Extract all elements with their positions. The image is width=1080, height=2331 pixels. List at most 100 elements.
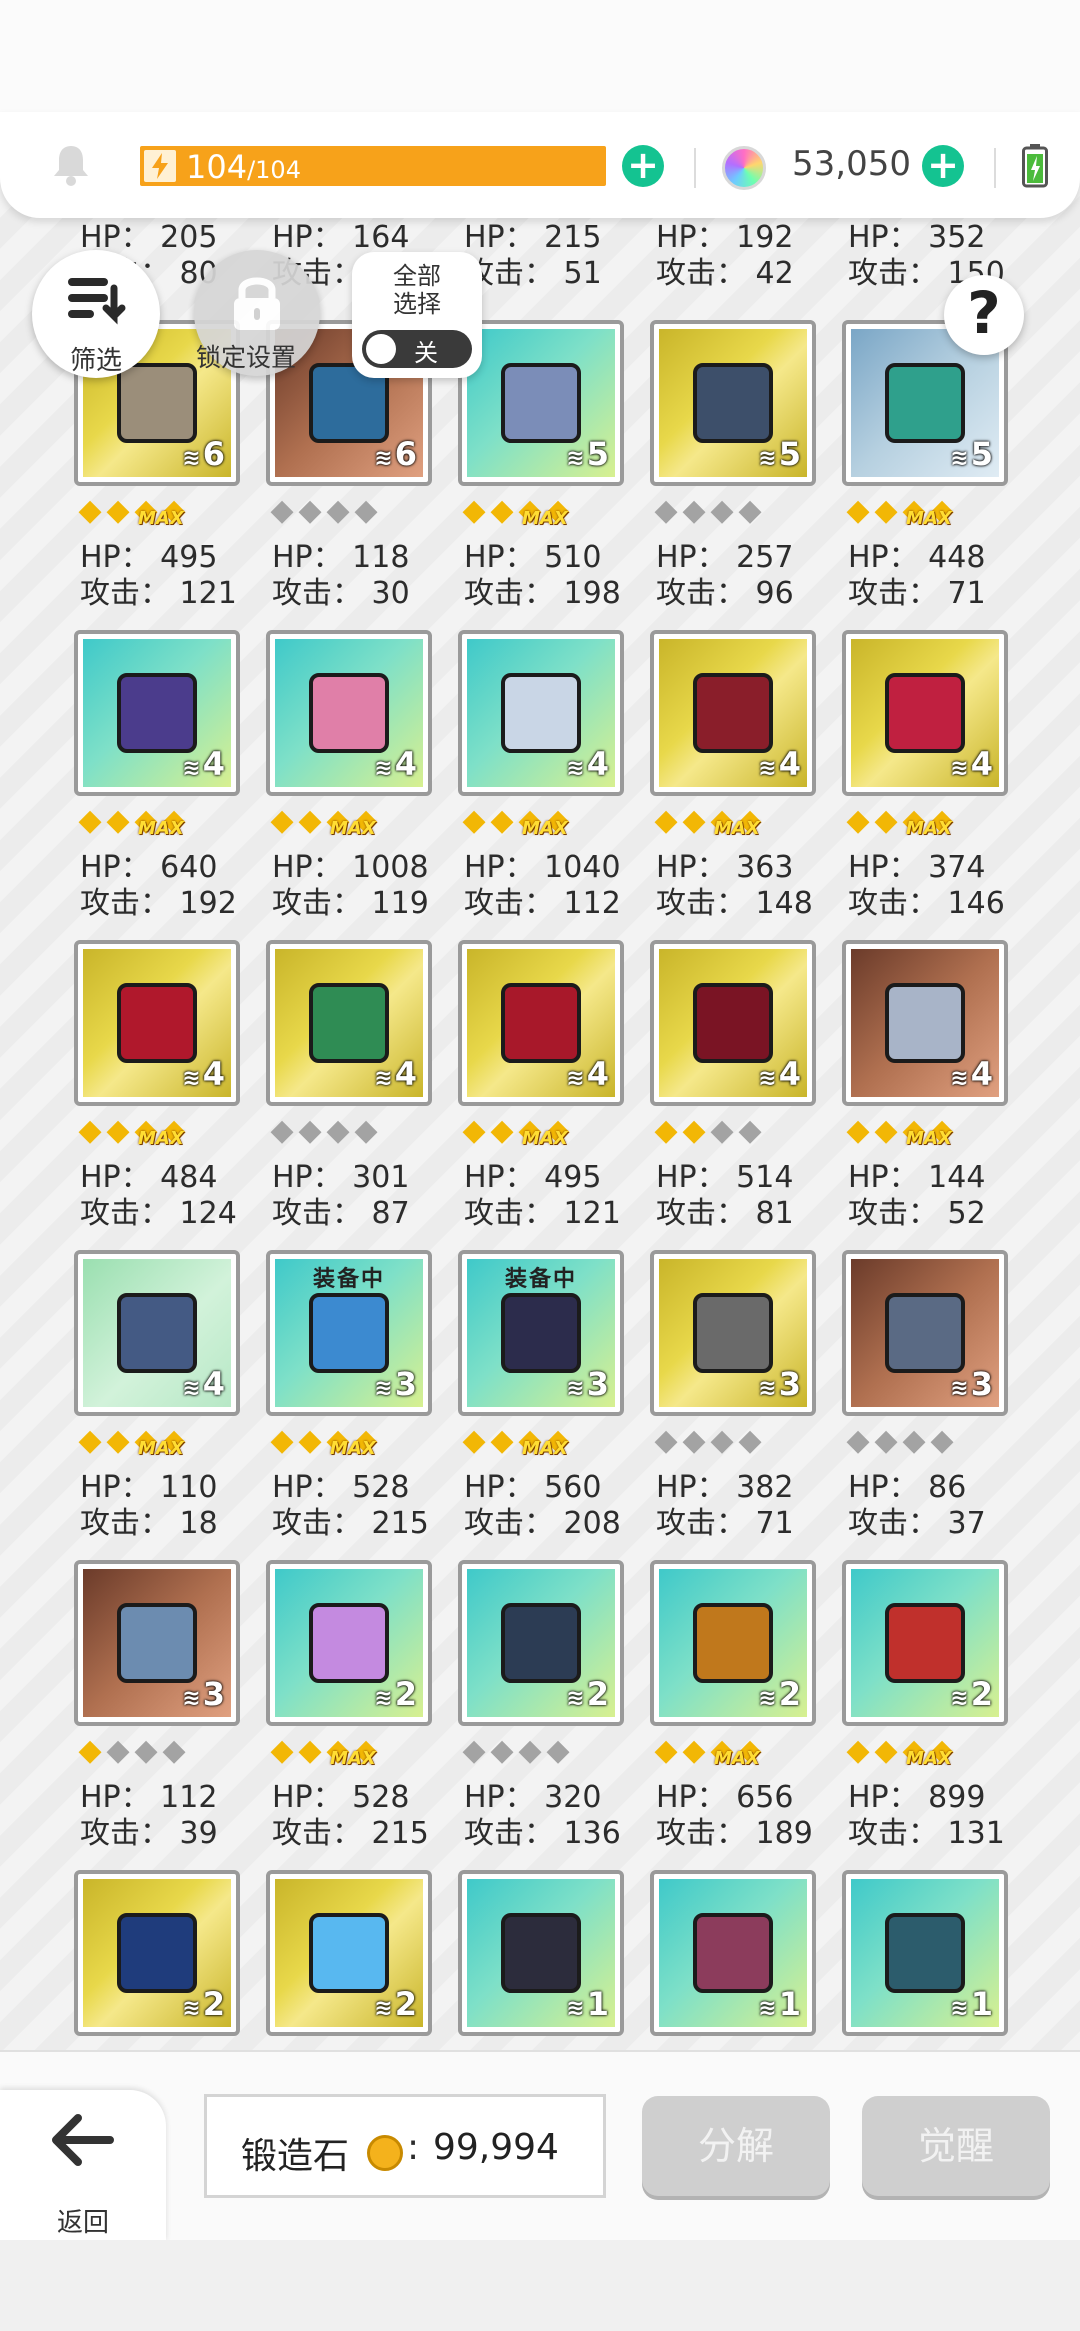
- item-slot[interactable]: ≋5 ◆ ◆ ◆ ◆ MAX HP： 510 攻击： 198: [458, 320, 634, 630]
- item-art: ≋4: [851, 639, 999, 787]
- item-slot[interactable]: ≋2 ◆ ◆ ◆ ◆ HP： 320 攻击： 136: [458, 1560, 634, 1870]
- item-slot[interactable]: 装备中 ≋3 ◆ ◆ ◆ ◆ MAX HP： 560 攻击： 208: [458, 1250, 634, 1560]
- item-card[interactable]: ≋4: [458, 630, 624, 796]
- item-slot[interactable]: ≋4 ◆ ◆ ◆ ◆ MAX HP： 144 攻击： 52: [842, 940, 1018, 1250]
- item-slot[interactable]: 装备中 ≋3 ◆ ◆ ◆ ◆ MAX HP： 528 攻击： 215: [266, 1250, 442, 1560]
- item-count: ≋1: [758, 1985, 801, 2023]
- axe-icon: [885, 1293, 965, 1373]
- stack-icon: ≋: [758, 1686, 777, 1711]
- star-filled-icon: ◆: [874, 803, 898, 838]
- diamond-icon: [309, 1913, 389, 1993]
- item-slot[interactable]: ≋4 ◆ ◆ ◆ ◆ MAX HP： 363 攻击： 148: [650, 630, 826, 940]
- item-slot[interactable]: ≋3 ◆ ◆ ◆ ◆ HP： 382 攻击： 71: [650, 1250, 826, 1560]
- item-card[interactable]: ≋4: [74, 940, 240, 1106]
- item-card[interactable]: ≋4: [74, 630, 240, 796]
- item-count-value: 6: [394, 435, 417, 473]
- max-badge: MAX: [138, 1128, 184, 1149]
- star-rating: ◆ ◆ ◆ ◆: [460, 1734, 572, 1768]
- item-slot[interactable]: ≋4 ◆ ◆ ◆ ◆ MAX HP： 110 攻击： 18: [74, 1250, 250, 1560]
- item-attack: 攻击： 136: [464, 1816, 621, 1851]
- item-card[interactable]: ≋4: [650, 940, 816, 1106]
- item-count-value: 4: [970, 745, 993, 783]
- item-slot[interactable]: ≋4 ◆ ◆ ◆ ◆ MAX HP： 640 攻击： 192: [74, 630, 250, 940]
- item-slot[interactable]: ≋3 ◆ ◆ ◆ ◆ HP： 112 攻击： 39: [74, 1560, 250, 1870]
- item-card[interactable]: ≋4: [266, 630, 432, 796]
- item-slot[interactable]: ≋2: [266, 1870, 442, 2048]
- item-card[interactable]: ≋2: [266, 1870, 432, 2036]
- item-card[interactable]: ≋2: [74, 1870, 240, 2036]
- energy-current: 104: [186, 148, 248, 186]
- max-badge: MAX: [522, 1438, 568, 1459]
- item-slot[interactable]: ≋1: [842, 1870, 1018, 2048]
- item-card[interactable]: ≋4: [266, 940, 432, 1106]
- item-count-value: 4: [202, 745, 225, 783]
- select-all-toggle[interactable]: 关: [362, 330, 472, 368]
- item-attack: 攻击： 42: [656, 256, 794, 291]
- item-count: ≋4: [950, 1055, 993, 1093]
- item-card[interactable]: ≋5: [458, 320, 624, 486]
- item-count-value: 4: [586, 1055, 609, 1093]
- item-card[interactable]: ≋1: [842, 1870, 1008, 2036]
- resource-bar: 104/104 + 53,050 +: [0, 112, 1080, 218]
- item-card[interactable]: ≋3: [74, 1560, 240, 1726]
- item-slot[interactable]: ≋4 ◆ ◆ ◆ ◆ MAX HP： 495 攻击： 121: [458, 940, 634, 1250]
- item-slot[interactable]: ≋2: [74, 1870, 250, 2048]
- item-card[interactable]: ≋4: [842, 940, 1008, 1106]
- item-art: ≋5: [659, 329, 807, 477]
- bell-icon[interactable]: [48, 142, 94, 188]
- item-slot[interactable]: ≋2 ◆ ◆ ◆ ◆ MAX HP： 656 攻击： 189: [650, 1560, 826, 1870]
- max-badge: MAX: [138, 818, 184, 839]
- item-card[interactable]: ≋4: [74, 1250, 240, 1416]
- star-empty-icon: ◆: [134, 1733, 158, 1768]
- item-card[interactable]: 装备中 ≋3: [266, 1250, 432, 1416]
- item-attack: 攻击： 30: [272, 576, 410, 611]
- item-slot[interactable]: ≋4 ◆ ◆ ◆ ◆ HP： 301 攻击： 87: [266, 940, 442, 1250]
- add-energy-button[interactable]: +: [622, 145, 664, 187]
- item-count-value: 4: [778, 745, 801, 783]
- add-gems-button[interactable]: +: [922, 145, 964, 187]
- item-card[interactable]: ≋5: [650, 320, 816, 486]
- stack-icon: ≋: [758, 756, 777, 781]
- item-count-value: 4: [778, 1055, 801, 1093]
- item-slot[interactable]: ≋2 ◆ ◆ ◆ ◆ MAX HP： 899 攻击： 131: [842, 1560, 1018, 1870]
- awaken-button[interactable]: 觉醒: [862, 2096, 1050, 2196]
- item-slot[interactable]: ≋2 ◆ ◆ ◆ ◆ MAX HP： 528 攻击： 215: [266, 1560, 442, 1870]
- item-card[interactable]: ≋1: [458, 1870, 624, 2036]
- item-grid: HP： 205 攻击： 80 HP： 164 攻击： 55 HP： 215 攻击： 51 H…: [0, 218, 1080, 2048]
- item-card[interactable]: ≋2: [842, 1560, 1008, 1726]
- max-badge: MAX: [906, 508, 952, 529]
- item-card[interactable]: ≋4: [458, 940, 624, 1106]
- item-card[interactable]: ≋4: [650, 630, 816, 796]
- stack-icon: ≋: [950, 1376, 969, 1401]
- filter-sort-icon: [68, 278, 126, 325]
- item-card[interactable]: ≋3: [842, 1250, 1008, 1416]
- item-card[interactable]: ≋2: [266, 1560, 432, 1726]
- item-art: ≋2: [467, 1569, 615, 1717]
- filter-button[interactable]: 筛选: [32, 250, 160, 378]
- item-count-value: 2: [394, 1985, 417, 2023]
- star-rating: ◆ ◆ ◆ ◆ MAX: [76, 804, 188, 840]
- item-slot[interactable]: ≋4 ◆ ◆ ◆ ◆ HP： 514 攻击： 81: [650, 940, 826, 1250]
- item-slot[interactable]: ≋4 ◆ ◆ ◆ ◆ MAX HP： 374 攻击： 146: [842, 630, 1018, 940]
- item-card[interactable]: 装备中 ≋3: [458, 1250, 624, 1416]
- item-attack: 攻击： 215: [272, 1506, 429, 1541]
- item-slot[interactable]: ≋4 ◆ ◆ ◆ ◆ MAX HP： 1008 攻击： 119: [266, 630, 442, 940]
- item-card[interactable]: ≋2: [650, 1560, 816, 1726]
- item-slot[interactable]: ≋4 ◆ ◆ ◆ ◆ MAX HP： 1040 攻击： 112: [458, 630, 634, 940]
- item-card[interactable]: ≋3: [650, 1250, 816, 1416]
- item-card[interactable]: ≋1: [650, 1870, 816, 2036]
- item-slot[interactable]: ≋5 ◆ ◆ ◆ ◆ MAX HP： 448 攻击： 71: [842, 320, 1018, 630]
- item-slot[interactable]: ≋4 ◆ ◆ ◆ ◆ MAX HP： 484 攻击： 124: [74, 940, 250, 1250]
- item-card[interactable]: ≋4: [842, 630, 1008, 796]
- item-count-value: 5: [970, 435, 993, 473]
- back-button[interactable]: 返回: [0, 2090, 166, 2242]
- help-button[interactable]: ?: [944, 275, 1024, 355]
- item-slot[interactable]: ≋5 ◆ ◆ ◆ ◆ HP： 257 攻击： 96: [650, 320, 826, 630]
- item-slot[interactable]: ≋1: [650, 1870, 826, 2048]
- item-count: ≋4: [374, 1055, 417, 1093]
- item-slot[interactable]: ≋1: [458, 1870, 634, 2048]
- item-slot[interactable]: ≋3 ◆ ◆ ◆ ◆ HP： 86 攻击： 37: [842, 1250, 1018, 1560]
- item-card[interactable]: ≋2: [458, 1560, 624, 1726]
- star-empty-icon: ◆: [270, 1113, 294, 1148]
- dismantle-button[interactable]: 分解: [642, 2096, 830, 2196]
